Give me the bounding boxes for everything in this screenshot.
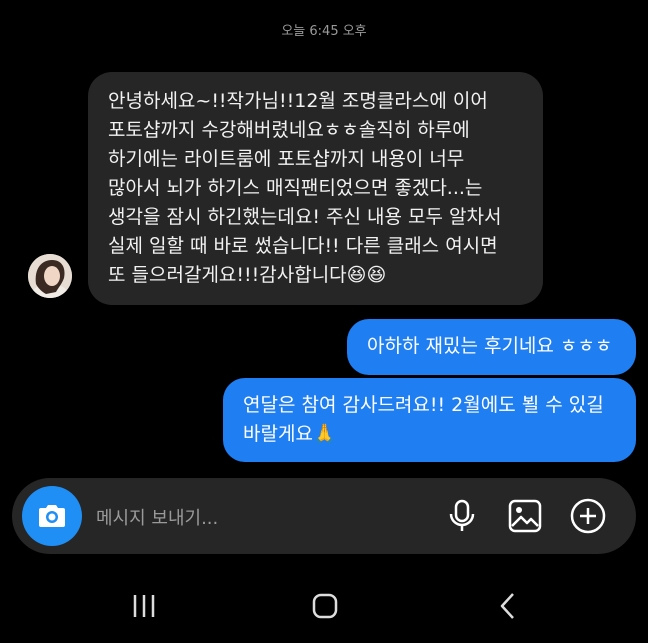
system-navigation-bar <box>0 570 648 643</box>
gallery-button[interactable] <box>505 496 545 536</box>
recent-apps-icon <box>133 595 155 617</box>
message-timestamp: 오늘 6:45 오후 <box>281 24 367 39</box>
avatar-photo <box>28 254 72 298</box>
incoming-message[interactable]: 안녕하세요~!!작가님!!12월 조명클라스에 이어 포토샵까지 수강해버렸네요… <box>88 72 543 305</box>
outgoing-message[interactable]: 연달은 참여 감사드려요!! 2월에도 뵐 수 있길 바랄게요🙏 <box>223 378 636 462</box>
recent-apps-button[interactable] <box>124 588 164 624</box>
camera-icon <box>39 505 65 527</box>
home-icon <box>312 593 338 619</box>
sender-avatar[interactable] <box>28 254 72 298</box>
back-button[interactable] <box>488 588 528 624</box>
microphone-icon <box>449 499 475 531</box>
plus-icon <box>570 498 606 534</box>
message-composer: 메시지 보내기... <box>12 478 636 554</box>
more-options-button[interactable] <box>568 496 608 536</box>
outgoing-message[interactable]: 아하하 재밌는 후기네요 ㅎㅎㅎ <box>347 319 636 375</box>
back-icon <box>500 593 514 619</box>
message-input[interactable]: 메시지 보내기... <box>96 504 218 530</box>
home-button[interactable] <box>305 588 345 624</box>
camera-button[interactable] <box>22 486 82 546</box>
microphone-button[interactable] <box>442 496 482 536</box>
gallery-icon <box>508 499 542 533</box>
